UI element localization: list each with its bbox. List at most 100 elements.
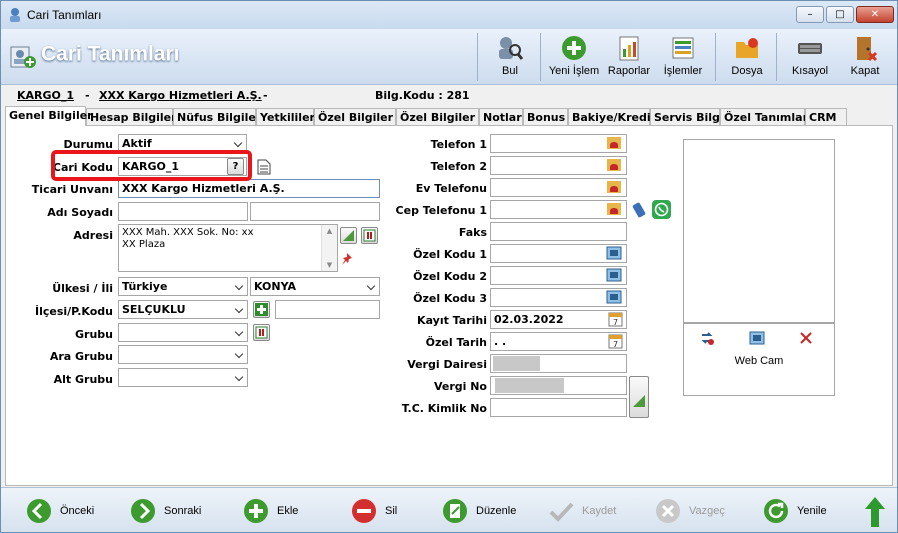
tab-ozel-bilgiler-2[interactable]: Özel Bilgiler 2: [396, 108, 487, 126]
tab-ozel-bilgiler-1[interactable]: Özel Bilgiler 1: [314, 108, 405, 126]
cep-telefonu-label: Cep Telefonu 1: [395, 204, 487, 217]
ev-telefonu-call-button[interactable]: [606, 179, 623, 196]
cep-telefonu-call-button[interactable]: [606, 201, 623, 218]
whatsapp-button[interactable]: [652, 200, 671, 219]
maximize-button[interactable]: □: [826, 6, 854, 23]
pin-button[interactable]: [340, 252, 357, 269]
record-company: XXX Kargo Hizmetleri A.Ş.: [99, 89, 262, 102]
camera-icon[interactable]: [749, 330, 765, 346]
navigation-bar: Önceki Sonraki Ekle Sil Düzenle Kaydet V…: [1, 487, 897, 532]
tab-servis-bilg[interactable]: Servis Bilg.: [650, 108, 724, 126]
bul-button[interactable]: Bul: [492, 29, 528, 84]
record-info-bar: KARGO_1 - XXX Kargo Hizmetleri A.Ş. - Bi…: [1, 86, 897, 106]
info-dash: -: [263, 89, 268, 102]
sms-button[interactable]: [630, 201, 647, 218]
ekle-button[interactable]: Ekle: [243, 498, 303, 524]
grubu-select[interactable]: [118, 323, 248, 342]
checkmark-icon: [549, 502, 574, 522]
vergi-dairesi-label: Vergi Dairesi: [407, 358, 487, 371]
islemler-button[interactable]: İşlemler: [661, 29, 705, 84]
adi-input[interactable]: [118, 202, 248, 221]
duzenle-button[interactable]: Düzenle: [442, 498, 522, 524]
bilg-kodu: Bilg.Kodu : 281: [375, 89, 470, 102]
tab-nufus-bilgileri[interactable]: Nüfus Bilgileri: [173, 108, 265, 126]
kayit-tarihi-calendar-button[interactable]: 7: [608, 311, 625, 328]
tab-crm[interactable]: CRM: [805, 108, 847, 126]
telefon2-call-button[interactable]: [606, 157, 623, 174]
dosya-button[interactable]: Dosya: [727, 29, 767, 84]
grubu-label: Grubu: [75, 328, 113, 341]
close-window-button[interactable]: ✕: [856, 6, 894, 23]
onceki-button[interactable]: Önceki: [26, 498, 101, 524]
minus-circle-icon: [352, 499, 376, 523]
document-icon[interactable]: [257, 159, 271, 175]
ilce-select[interactable]: SELÇUKLU: [118, 300, 248, 319]
kaydet-button[interactable]: Kaydet: [548, 498, 623, 524]
swap-icon[interactable]: [699, 330, 715, 346]
tab-notlar[interactable]: Notlar: [479, 108, 523, 126]
kisayol-button[interactable]: Kısayol: [787, 29, 833, 84]
vergi-no-label: Vergi No: [433, 380, 487, 393]
alt-grubu-label: Alt Grubu: [53, 373, 113, 386]
phone-icon: [607, 181, 621, 193]
tab-ozel-tanimlar[interactable]: Özel Tanımlar: [720, 108, 808, 126]
raporlar-button[interactable]: Raporlar: [606, 29, 652, 84]
il-select[interactable]: KONYA: [250, 277, 380, 296]
adres-textarea[interactable]: XXX Mah. XXX Sok. No: xx XX Plaza ▲ ▼: [118, 224, 338, 272]
telefon1-call-button[interactable]: [606, 135, 623, 152]
ara-grubu-label: Ara Grubu: [49, 350, 113, 363]
vergi-query-button[interactable]: [629, 376, 649, 418]
yeni-islem-button[interactable]: Yeni İşlem: [547, 29, 601, 84]
faks-input[interactable]: [490, 222, 627, 241]
soyadi-input[interactable]: [250, 202, 380, 221]
webcam-box: Web Cam: [683, 323, 835, 396]
plus-circle-icon: [562, 36, 586, 60]
delete-photo-icon[interactable]: [798, 330, 814, 346]
phone-icon: [607, 203, 621, 215]
grubu-pause-button[interactable]: [253, 324, 270, 341]
vazgec-button[interactable]: Vazgeç: [655, 498, 730, 524]
tab-yetkililer[interactable]: Yetkililer: [256, 108, 315, 126]
arrow-up-icon[interactable]: [863, 496, 887, 528]
map-icon: [343, 230, 354, 241]
adres-scrollbar[interactable]: ▲ ▼: [321, 225, 337, 271]
ulke-il-label: Ülkesi / İli: [52, 282, 113, 295]
posta-kodu-input[interactable]: [275, 300, 380, 319]
sil-button[interactable]: Sil: [351, 498, 401, 524]
kapat-button[interactable]: Kapat: [846, 29, 884, 84]
ozel-tarih-calendar-button[interactable]: 7: [608, 333, 625, 350]
ozel-kodu3-lookup-button[interactable]: [606, 289, 623, 306]
tab-hesap-bilgileri[interactable]: Hesap Bilgileri: [86, 108, 180, 126]
ozel-tarih-input[interactable]: . .: [490, 332, 627, 351]
add-ilce-button[interactable]: [253, 301, 270, 318]
tc-kimlik-label: T.C. Kimlik No: [401, 402, 487, 415]
ticari-unvani-input[interactable]: XXX Kargo Hizmetleri A.Ş.: [118, 179, 380, 198]
ozel-kodu1-lookup-button[interactable]: [606, 245, 623, 262]
minimize-button[interactable]: –: [796, 6, 824, 23]
svg-text:7: 7: [613, 318, 618, 327]
record-code: KARGO_1: [17, 89, 75, 102]
ozel-kodu2-lookup-button[interactable]: [606, 267, 623, 284]
pin-icon: [342, 253, 352, 265]
alt-grubu-select[interactable]: [118, 368, 248, 387]
kayit-tarihi-input[interactable]: 02.03.2022: [490, 310, 627, 329]
title-bar: Cari Tanımları – □ ✕: [1, 1, 897, 29]
plus-circle-icon: [244, 499, 268, 523]
tab-bonus[interactable]: Bonus: [523, 108, 568, 126]
address-pause-button[interactable]: [361, 227, 378, 244]
tab-bakiye-kredi[interactable]: Bakiye/Kredi: [568, 108, 651, 126]
ara-grubu-select[interactable]: [118, 345, 248, 364]
tab-genel-bilgiler[interactable]: Genel Bilgiler: [5, 106, 93, 126]
map-button[interactable]: [340, 227, 357, 244]
kayit-tarihi-label: Kayıt Tarihi: [417, 314, 487, 327]
app-icon: [10, 8, 20, 22]
window-title: Cari Tanımları: [27, 8, 102, 22]
ulke-select[interactable]: Türkiye: [118, 277, 248, 296]
lookup-icon: [606, 268, 622, 282]
yenile-button[interactable]: Yenile: [763, 498, 833, 524]
sonraki-button[interactable]: Sonraki: [130, 498, 205, 524]
photo-box[interactable]: [683, 139, 835, 323]
tc-kimlik-input[interactable]: [490, 398, 627, 417]
exit-door-icon: [857, 37, 878, 62]
refresh-icon: [764, 499, 788, 523]
